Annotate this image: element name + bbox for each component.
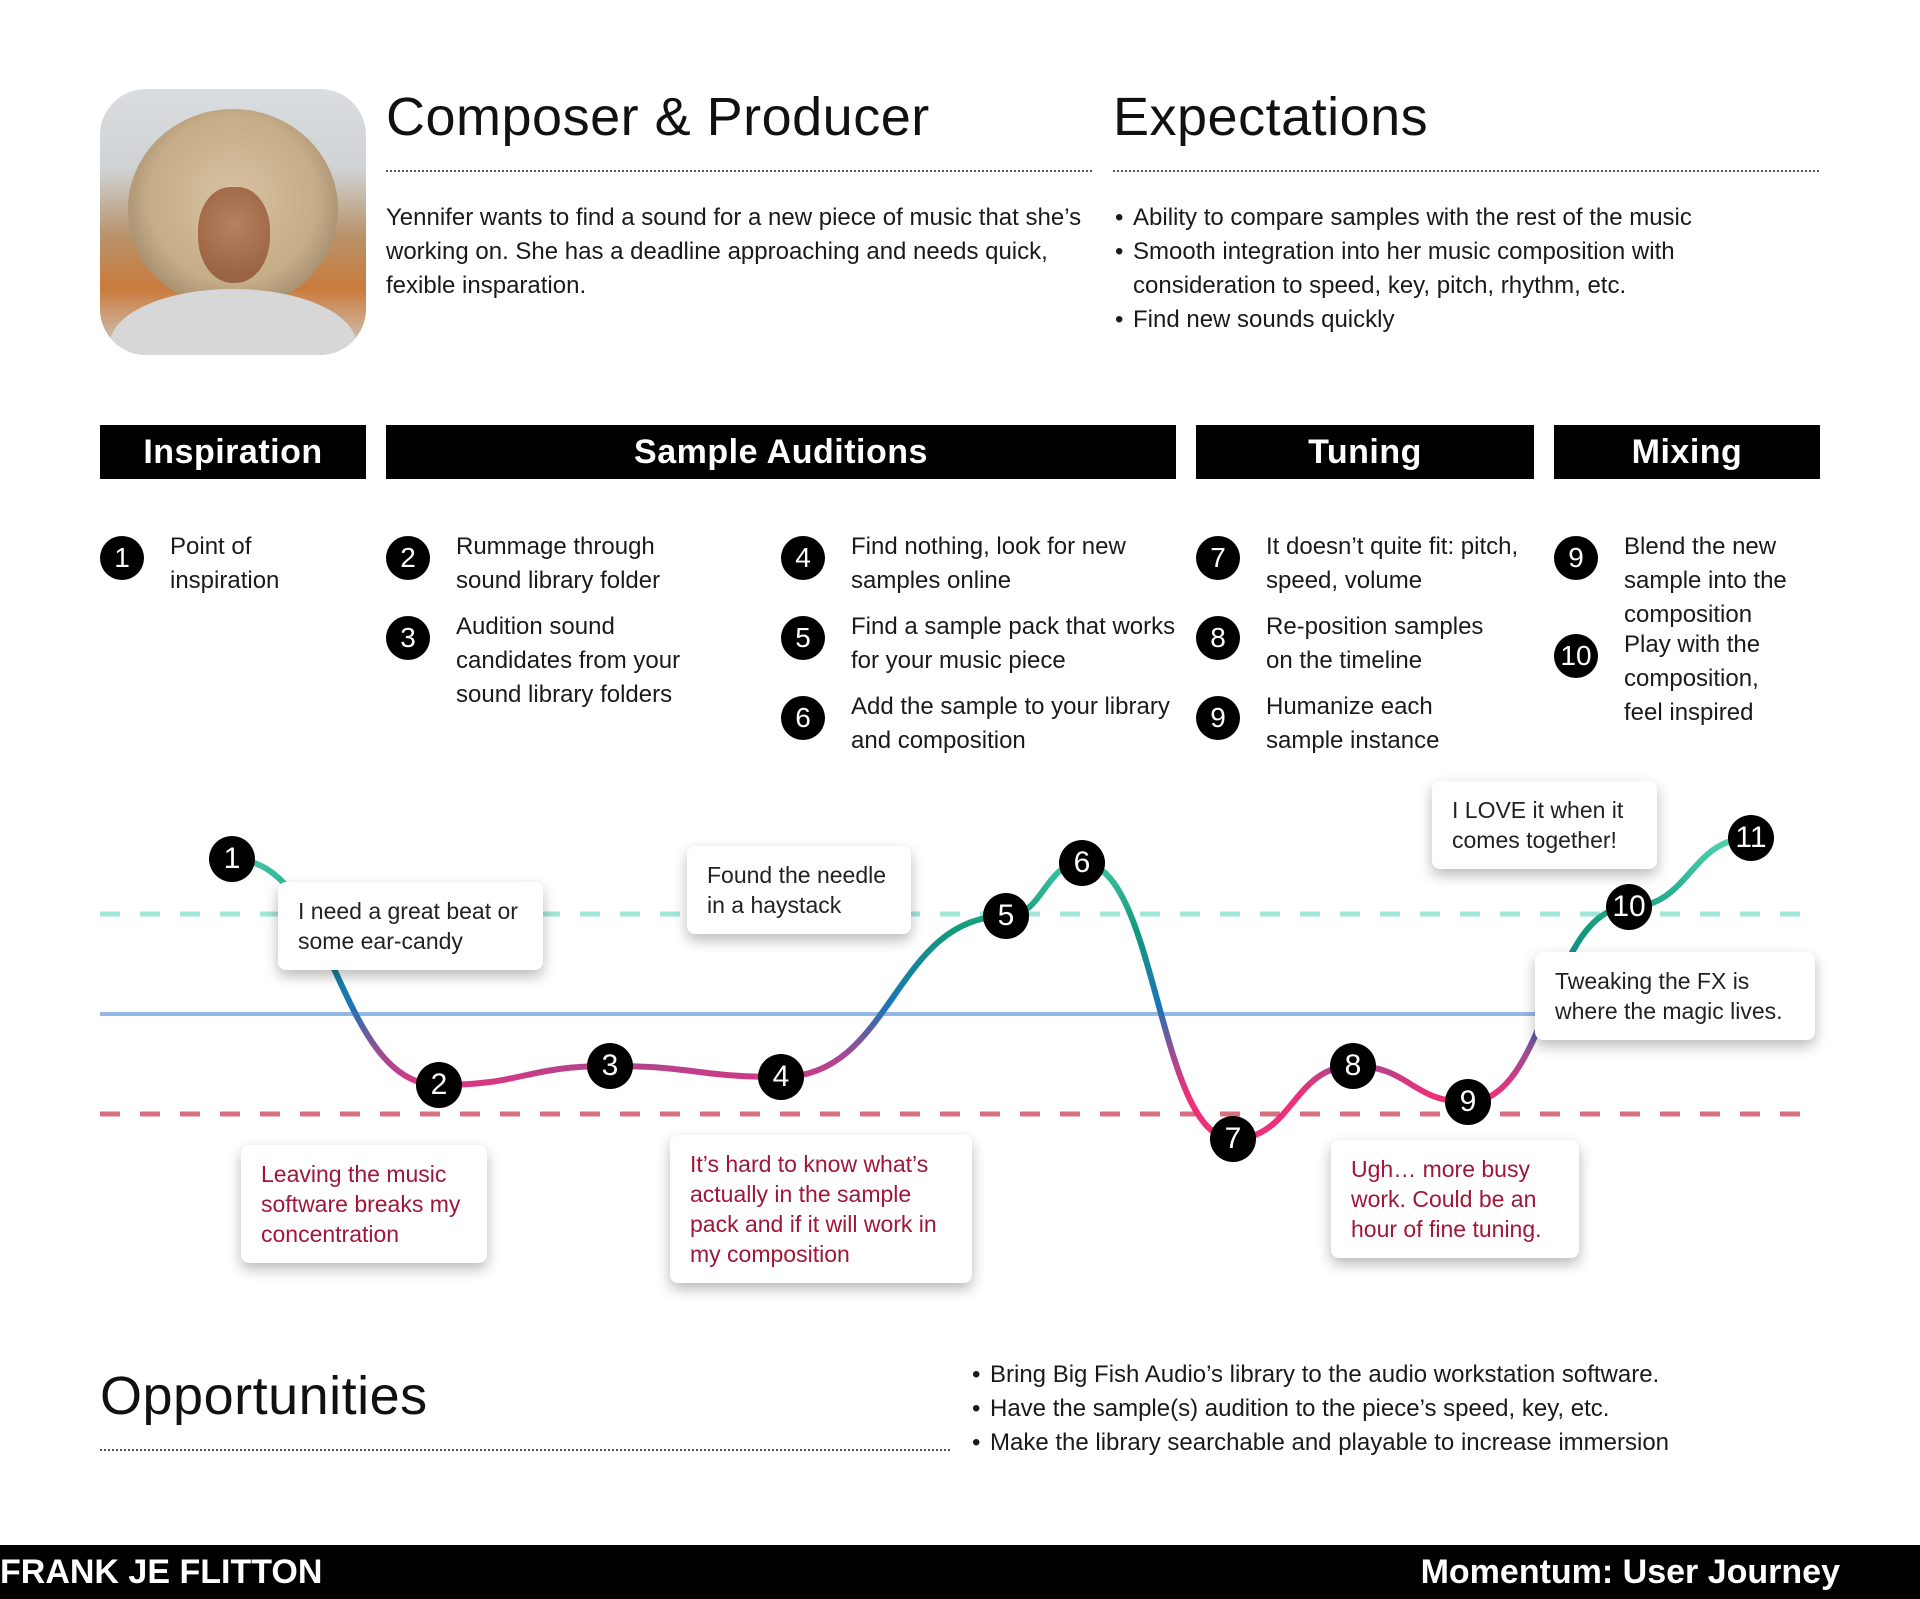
step-item: 4 Find nothing, look for new samples onl… bbox=[781, 530, 1181, 598]
expectation-item: Find new sounds quickly bbox=[1113, 303, 1819, 337]
momentum-point-3: 3 bbox=[587, 1043, 633, 1089]
expectations-divider bbox=[1113, 170, 1819, 172]
stage-header-tuning: Tuning bbox=[1196, 425, 1534, 479]
footer-project-title: Momentum: User Journey bbox=[1420, 1553, 1840, 1591]
expectations-title: Expectations bbox=[1113, 87, 1429, 147]
step-text: Find a sample pack that works for your m… bbox=[851, 613, 1176, 674]
expectation-item: Smooth integration into her music compos… bbox=[1113, 235, 1819, 303]
step-item: 10 Play with the composition, feel inspi… bbox=[1554, 628, 1824, 730]
momentum-point-7: 7 bbox=[1210, 1116, 1256, 1162]
step-item: 3 Audition sound candidates from your so… bbox=[386, 610, 766, 712]
step-number-badge: 2 bbox=[386, 536, 430, 580]
step-item: 9 Humanize each sample instance bbox=[1196, 690, 1536, 758]
step-text: Humanize each sample instance bbox=[1266, 693, 1440, 754]
persona-avatar bbox=[100, 89, 366, 355]
persona-title: Composer & Producer bbox=[386, 87, 930, 147]
steps-tuning: 7 It doesn’t quite fit: pitch, speed, vo… bbox=[1196, 530, 1536, 758]
persona-description: Yennifer wants to find a sound for a new… bbox=[386, 204, 1082, 299]
callout-negative: It’s hard to know what’s actually in the… bbox=[670, 1135, 972, 1283]
opportunities-list: Bring Big Fish Audio’s library to the au… bbox=[970, 1358, 1870, 1460]
step-item: 6 Add the sample to your library and com… bbox=[781, 690, 1181, 758]
step-item: 5 Find a sample pack that works for your… bbox=[781, 610, 1181, 678]
step-item: 9 Blend the new sample into the composit… bbox=[1554, 530, 1824, 632]
momentum-point-6: 6 bbox=[1059, 840, 1105, 886]
steps-auditions-b: 4 Find nothing, look for new samples onl… bbox=[781, 530, 1181, 758]
opportunity-item: Have the sample(s) audition to the piece… bbox=[970, 1392, 1870, 1426]
stage-header-mixing: Mixing bbox=[1554, 425, 1820, 479]
avatar-shirt-shape bbox=[110, 289, 356, 355]
momentum-point-9: 9 bbox=[1445, 1079, 1491, 1125]
footer-author: FRANK JE FLITTON bbox=[0, 1553, 323, 1591]
step-number-badge: 3 bbox=[386, 616, 430, 660]
footer-bar: FRANK JE FLITTON Momentum: User Journey bbox=[0, 1545, 1920, 1599]
stage-header-sample-auditions: Sample Auditions bbox=[386, 425, 1176, 479]
step-text: Audition sound candidates from your soun… bbox=[456, 613, 681, 708]
callout-positive: Found the needle in a haystack bbox=[687, 846, 911, 934]
opportunities-title: Opportunities bbox=[100, 1366, 428, 1426]
momentum-point-8: 8 bbox=[1330, 1043, 1376, 1089]
momentum-point-2: 2 bbox=[416, 1062, 462, 1108]
momentum-point-5: 5 bbox=[983, 893, 1029, 939]
step-text: Play with the composition, feel inspired bbox=[1624, 631, 1761, 726]
callout-positive: Tweaking the FX is where the magic lives… bbox=[1535, 952, 1815, 1040]
step-number-badge: 7 bbox=[1196, 536, 1240, 580]
step-number-badge: 6 bbox=[781, 696, 825, 740]
step-number-badge: 4 bbox=[781, 536, 825, 580]
expectations-list: Ability to compare samples with the rest… bbox=[1113, 201, 1819, 337]
expectation-item: Ability to compare samples with the rest… bbox=[1113, 201, 1819, 235]
callout-positive: I LOVE it when it comes together! bbox=[1432, 781, 1657, 869]
step-item: 2 Rummage through sound library folder bbox=[386, 530, 766, 598]
step-number-badge: 1 bbox=[100, 536, 144, 580]
step-item: 1 Point of inspiration bbox=[100, 530, 370, 598]
step-number-badge: 5 bbox=[781, 616, 825, 660]
step-number-badge: 10 bbox=[1554, 634, 1598, 678]
step-item: 7 It doesn’t quite fit: pitch, speed, vo… bbox=[1196, 530, 1536, 598]
callout-negative: Leaving the music software breaks my con… bbox=[241, 1145, 487, 1263]
momentum-point-10: 10 bbox=[1606, 884, 1652, 930]
callout-positive: I need a great beat or some ear-candy bbox=[278, 882, 543, 970]
steps-mixing: 9 Blend the new sample into the composit… bbox=[1554, 530, 1824, 730]
opportunity-item: Bring Big Fish Audio’s library to the au… bbox=[970, 1358, 1870, 1392]
stage-header-inspiration: Inspiration bbox=[100, 425, 366, 479]
step-number-badge: 9 bbox=[1196, 696, 1240, 740]
step-text: Point of inspiration bbox=[170, 533, 280, 594]
step-text: It doesn’t quite fit: pitch, speed, volu… bbox=[1266, 533, 1519, 594]
steps-inspiration: 1 Point of inspiration bbox=[100, 530, 370, 598]
opportunity-item: Make the library searchable and playable… bbox=[970, 1426, 1870, 1460]
step-number-badge: 8 bbox=[1196, 616, 1240, 660]
opportunities-divider bbox=[100, 1449, 950, 1451]
momentum-point-4: 4 bbox=[758, 1054, 804, 1100]
momentum-point-1: 1 bbox=[209, 836, 255, 882]
step-item: 8 Re-position samples on the timeline bbox=[1196, 610, 1536, 678]
momentum-point-11: 11 bbox=[1728, 815, 1774, 861]
steps-auditions-a: 2 Rummage through sound library folder 3… bbox=[386, 530, 766, 712]
step-text: Add the sample to your library and compo… bbox=[851, 693, 1170, 754]
step-number-badge: 9 bbox=[1554, 536, 1598, 580]
callout-negative: Ugh… more busy work. Could be an hour of… bbox=[1331, 1140, 1579, 1258]
step-text: Rummage through sound library folder bbox=[456, 533, 661, 594]
persona-divider bbox=[386, 170, 1092, 172]
step-text: Find nothing, look for new samples onlin… bbox=[851, 533, 1126, 594]
step-text: Blend the new sample into the compositio… bbox=[1624, 533, 1787, 628]
step-text: Re-position samples on the timeline bbox=[1266, 613, 1484, 674]
avatar-face-shape bbox=[198, 187, 270, 283]
